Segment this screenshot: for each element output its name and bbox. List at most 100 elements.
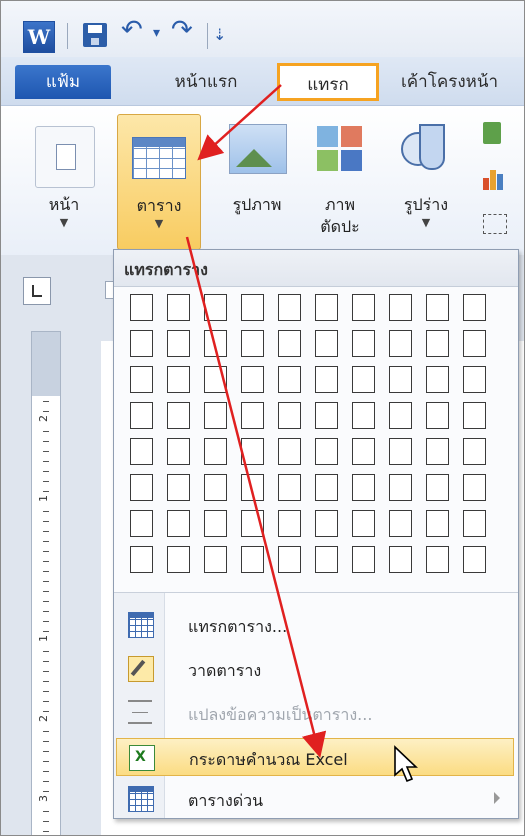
grid-cell[interactable]	[463, 330, 486, 357]
grid-cell[interactable]	[278, 294, 301, 321]
grid-cell[interactable]	[463, 402, 486, 429]
grid-cell[interactable]	[315, 330, 338, 357]
grid-cell[interactable]	[315, 438, 338, 465]
tab-file[interactable]: แฟ้ม	[15, 65, 111, 99]
grid-cell[interactable]	[352, 366, 375, 393]
grid-cell[interactable]	[315, 366, 338, 393]
grid-cell[interactable]	[130, 546, 153, 573]
tab-home[interactable]: หน้าแรก	[161, 65, 251, 99]
grid-cell[interactable]	[167, 294, 190, 321]
grid-cell[interactable]	[204, 546, 227, 573]
grid-cell[interactable]	[463, 546, 486, 573]
menu-item-draw-table[interactable]: วาดตาราง	[116, 650, 514, 688]
grid-cell[interactable]	[130, 366, 153, 393]
grid-cell[interactable]	[241, 294, 264, 321]
grid-cell[interactable]	[241, 330, 264, 357]
grid-cell[interactable]	[389, 330, 412, 357]
grid-cell[interactable]	[130, 330, 153, 357]
grid-cell[interactable]	[204, 438, 227, 465]
grid-cell[interactable]	[167, 546, 190, 573]
save-icon[interactable]	[83, 23, 107, 47]
grid-cell[interactable]	[278, 366, 301, 393]
grid-cell[interactable]	[204, 510, 227, 537]
undo-dropdown-icon[interactable]: ▾	[153, 25, 160, 41]
grid-cell[interactable]	[278, 402, 301, 429]
grid-cell[interactable]	[315, 474, 338, 501]
grid-cell[interactable]	[352, 402, 375, 429]
grid-cell[interactable]	[426, 474, 449, 501]
grid-cell[interactable]	[352, 330, 375, 357]
table-button[interactable]: ตาราง ▼	[117, 114, 201, 250]
grid-cell[interactable]	[278, 438, 301, 465]
mouse-cursor-icon	[394, 745, 418, 783]
grid-cell[interactable]	[463, 294, 486, 321]
menu-item-quick-tables[interactable]: ตารางด่วน	[116, 780, 514, 818]
screenshot-icon[interactable]	[483, 214, 507, 234]
grid-cell[interactable]	[278, 474, 301, 501]
grid-cell[interactable]	[241, 402, 264, 429]
grid-cell[interactable]	[352, 474, 375, 501]
grid-cell[interactable]	[352, 546, 375, 573]
grid-cell[interactable]	[130, 438, 153, 465]
undo-icon[interactable]: ↶	[121, 15, 143, 45]
grid-cell[interactable]	[130, 402, 153, 429]
grid-cell[interactable]	[463, 366, 486, 393]
grid-cell[interactable]	[130, 474, 153, 501]
menu-item-insert-table[interactable]: แทรกตาราง...	[116, 606, 514, 644]
grid-cell[interactable]	[352, 510, 375, 537]
smartart-icon[interactable]	[483, 122, 501, 144]
grid-cell[interactable]	[204, 330, 227, 357]
grid-cell[interactable]	[204, 402, 227, 429]
grid-cell[interactable]	[426, 402, 449, 429]
grid-cell[interactable]	[389, 474, 412, 501]
grid-cell[interactable]	[167, 438, 190, 465]
grid-cell[interactable]	[241, 474, 264, 501]
grid-cell[interactable]	[352, 438, 375, 465]
grid-cell[interactable]	[426, 366, 449, 393]
grid-cell[interactable]	[315, 402, 338, 429]
grid-cell[interactable]	[167, 474, 190, 501]
grid-cell[interactable]	[426, 546, 449, 573]
grid-cell[interactable]	[278, 510, 301, 537]
grid-cell[interactable]	[352, 294, 375, 321]
grid-cell[interactable]	[389, 546, 412, 573]
grid-cell[interactable]	[130, 294, 153, 321]
chart-icon[interactable]	[483, 168, 505, 190]
grid-cell[interactable]	[389, 366, 412, 393]
grid-cell[interactable]	[130, 510, 153, 537]
grid-cell[interactable]	[278, 546, 301, 573]
grid-cell[interactable]	[389, 294, 412, 321]
word-app-icon[interactable]: W	[23, 21, 55, 53]
grid-cell[interactable]	[204, 366, 227, 393]
grid-cell[interactable]	[167, 510, 190, 537]
grid-cell[interactable]	[315, 294, 338, 321]
grid-cell[interactable]	[426, 510, 449, 537]
grid-cell[interactable]	[426, 294, 449, 321]
grid-cell[interactable]	[463, 474, 486, 501]
grid-cell[interactable]	[167, 366, 190, 393]
grid-cell[interactable]	[463, 438, 486, 465]
menu-item-excel-spreadsheet[interactable]: กระดาษคำนวณ Excel	[116, 738, 514, 776]
tab-selector[interactable]	[23, 277, 51, 305]
tab-insert[interactable]: แทรก	[277, 63, 379, 101]
grid-cell[interactable]	[315, 510, 338, 537]
grid-cell[interactable]	[241, 510, 264, 537]
grid-cell[interactable]	[167, 402, 190, 429]
grid-cell[interactable]	[426, 438, 449, 465]
grid-cell[interactable]	[204, 474, 227, 501]
grid-cell[interactable]	[241, 438, 264, 465]
tab-page-layout[interactable]: เค้าโครงหน้า	[401, 65, 524, 99]
grid-cell[interactable]	[389, 438, 412, 465]
grid-cell[interactable]	[278, 330, 301, 357]
grid-cell[interactable]	[463, 510, 486, 537]
grid-cell[interactable]	[315, 546, 338, 573]
redo-icon[interactable]: ↷	[171, 15, 193, 45]
grid-cell[interactable]	[241, 366, 264, 393]
grid-cell[interactable]	[167, 330, 190, 357]
grid-cell[interactable]	[389, 402, 412, 429]
grid-cell[interactable]	[389, 510, 412, 537]
customize-qat-icon[interactable]: ⇣	[213, 25, 226, 44]
grid-cell[interactable]	[241, 546, 264, 573]
grid-cell[interactable]	[426, 330, 449, 357]
grid-cell[interactable]	[204, 294, 227, 321]
